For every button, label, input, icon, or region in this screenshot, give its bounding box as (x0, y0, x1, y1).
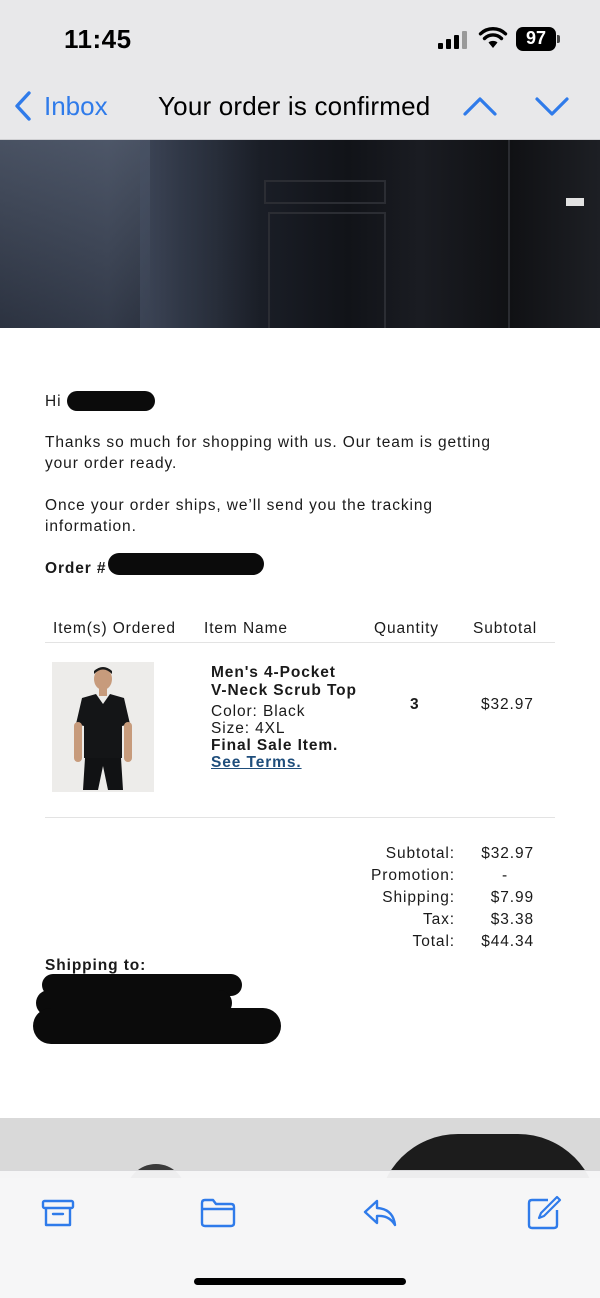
status-time: 11:45 (64, 24, 132, 54)
battery-icon: 97 (516, 27, 560, 51)
archive-icon[interactable] (40, 1195, 76, 1231)
next-message-chevron-down-icon[interactable] (534, 92, 570, 120)
intro-line-1: Thanks so much for shopping with us. Our… (45, 434, 491, 451)
reply-icon[interactable] (362, 1195, 398, 1231)
totals-shipping-value: $7.99 (490, 889, 534, 906)
folder-icon[interactable] (200, 1195, 236, 1231)
totals-promotion-label: Promotion: (371, 867, 455, 884)
redacted-address-line-3 (33, 1008, 281, 1044)
redacted-name (67, 391, 155, 411)
chevron-left-icon (15, 91, 31, 121)
header-subtotal: Subtotal (473, 620, 538, 637)
status-bar: 11:45 97 (0, 0, 600, 72)
shipping-info-line-2: information. (45, 518, 137, 535)
header-item-name: Item Name (204, 620, 288, 637)
totals-shipping-label: Shipping: (382, 889, 455, 906)
intro-line-2: your order ready. (45, 455, 178, 472)
redacted-order-number (108, 553, 264, 575)
battery-level: 97 (525, 28, 547, 48)
footer-model-photo (0, 1118, 600, 1178)
compose-icon[interactable] (526, 1195, 562, 1231)
totals-subtotal-label: Subtotal: (385, 845, 455, 862)
garment-label-tag (566, 198, 584, 206)
totals-subtotal-value: $32.97 (481, 845, 534, 862)
header-quantity: Quantity (374, 620, 439, 637)
totals-total-value: $44.34 (481, 933, 534, 950)
item-name-line-2: V-Neck Scrub Top (211, 682, 357, 699)
home-indicator[interactable] (194, 1278, 406, 1285)
order-number-label: Order # (45, 560, 107, 577)
hero-banner-image (0, 140, 600, 328)
table-bottom-divider (45, 817, 555, 818)
back-label: Inbox (44, 90, 108, 121)
shipping-info-line-1: Once your order ships, we’ll send you th… (45, 497, 433, 514)
email-subject-title: Your order is confirmed (158, 91, 431, 121)
product-image-scrub-top[interactable] (52, 662, 154, 792)
shipping-to-label: Shipping to: (45, 957, 147, 974)
header-items-ordered: Item(s) Ordered (53, 620, 176, 637)
wifi-icon (478, 27, 508, 48)
greeting-text: Hi (45, 393, 62, 410)
cellular-signal-icon (438, 31, 467, 49)
table-header-divider (45, 642, 555, 643)
totals-total-label: Total: (412, 933, 455, 950)
back-to-inbox-button[interactable]: Inbox (12, 88, 108, 124)
previous-message-chevron-up-icon[interactable] (462, 92, 498, 120)
totals-tax-label: Tax: (422, 911, 455, 928)
totals-tax-value: $3.38 (490, 911, 534, 928)
mail-nav-bar: Inbox Your order is confirmed (0, 72, 600, 140)
see-terms-link[interactable]: See Terms. (211, 752, 302, 773)
totals-promotion-value: - (501, 867, 508, 884)
item-quantity: 3 (410, 696, 420, 713)
item-subtotal: $32.97 (481, 696, 534, 713)
